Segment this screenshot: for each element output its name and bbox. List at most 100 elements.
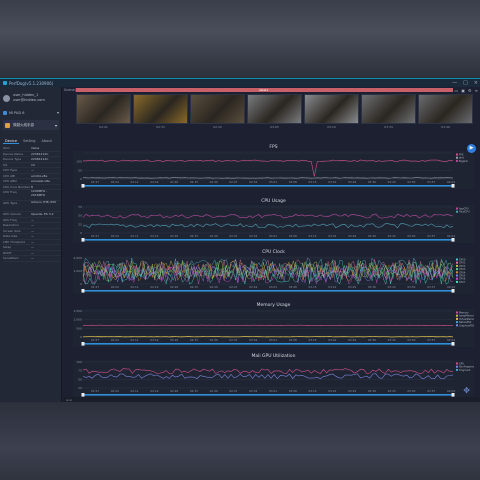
- x-tick-label: 03:22: [328, 285, 336, 289]
- info-key: Screen Size: [3, 228, 21, 233]
- x-tick-label: 03:15: [309, 234, 317, 238]
- settings-icon[interactable]: ⚙: [468, 88, 472, 93]
- legend-swatch[interactable]: [456, 368, 458, 371]
- y-tick-label: 25: [78, 222, 82, 226]
- info-value: 22081212C: [31, 157, 49, 161]
- scene-range-bar[interactable]: label1: [76, 88, 453, 92]
- legend-swatch[interactable]: [456, 280, 458, 283]
- tab-device[interactable]: Device: [3, 138, 19, 144]
- time-range-slider[interactable]: [83, 394, 453, 396]
- chart-panel-3[interactable]: Memory Usage 1,500 1,000 500 0 Memory SwapMemo…: [73, 303, 474, 347]
- x-tick-label: 02:40: [210, 338, 218, 342]
- legend-swatch[interactable]: [456, 317, 458, 320]
- y-tick-label: 75: [78, 369, 82, 373]
- legend-swatch[interactable]: [456, 153, 458, 156]
- x-tick-label: 03:57: [427, 389, 435, 393]
- screenshot-thumbnail[interactable]: 03:49: [418, 94, 473, 129]
- y-tick-label: 50: [78, 168, 82, 172]
- device-selector[interactable]: MI PAD 6 ▾: [3, 109, 59, 116]
- x-tick-label: 02:33: [190, 234, 198, 238]
- user-profile[interactable]: user_hidden_1 user@hidden.com: [3, 90, 59, 106]
- legend-swatch[interactable]: [456, 321, 458, 324]
- screenshot-thumbnail[interactable]: 03:05: [247, 94, 302, 129]
- slider-handle[interactable]: [81, 184, 85, 188]
- x-tick-label: 02:26: [170, 389, 178, 393]
- tab-about[interactable]: About: [40, 138, 54, 144]
- legend-swatch[interactable]: [456, 362, 458, 365]
- legend-swatch[interactable]: [456, 159, 458, 162]
- legend-swatch[interactable]: [456, 268, 458, 271]
- y-tick-label: 2,000: [73, 256, 82, 260]
- bottom-status: ≡ ⊡: [63, 397, 480, 402]
- slider-handle[interactable]: [451, 342, 455, 346]
- info-value: 8: [31, 184, 33, 189]
- screenshot-thumbnail[interactable]: 03:34: [361, 94, 416, 129]
- slider-handle[interactable]: [81, 238, 85, 242]
- x-tick-label: 02:04: [111, 338, 119, 342]
- save-icon[interactable]: ▣: [461, 88, 465, 93]
- legend-swatch[interactable]: [456, 324, 458, 327]
- y-tick-label: 100: [76, 160, 82, 164]
- folder-icon[interactable]: ▭: [454, 88, 458, 93]
- legend-swatch[interactable]: [456, 210, 458, 213]
- chart-plot: 100755025GPUNonFragmentFragment01:57 02:0…: [76, 360, 474, 397]
- legend-swatch[interactable]: [456, 261, 458, 264]
- legend-swatch[interactable]: [456, 258, 458, 261]
- x-tick-label: 02:33: [190, 389, 198, 393]
- y-tick-label: 1,000: [73, 269, 82, 273]
- slider-handle[interactable]: [451, 289, 455, 293]
- x-tick-label: 03:01: [269, 180, 277, 184]
- legend-swatch[interactable]: [456, 277, 458, 280]
- chart-title: CPU Clock: [262, 250, 285, 255]
- legend-swatch[interactable]: [456, 264, 458, 267]
- screenshot-thumbnail[interactable]: 02:33: [133, 94, 188, 129]
- legend-swatch[interactable]: [456, 274, 458, 277]
- slider-handle[interactable]: [81, 289, 85, 293]
- minimize-button[interactable]: —: [452, 80, 457, 86]
- screenshot-thumbnail[interactable]: 03:19: [304, 94, 359, 129]
- info-value: —: [31, 234, 34, 238]
- record-button[interactable]: ▶: [467, 144, 476, 153]
- move-icon[interactable]: ✥: [463, 386, 470, 395]
- time-range-slider[interactable]: [83, 239, 453, 241]
- legend-swatch[interactable]: [456, 311, 458, 314]
- chart-panel-4[interactable]: Mali GPU Utilization 100 75 50 25 GPU NonFragm…: [73, 354, 474, 398]
- thumbnail-time: 03:49: [441, 125, 450, 129]
- info-value: arm64-v8a: [31, 173, 48, 178]
- x-tick-label: 02:04: [111, 234, 119, 238]
- info-key: Device Name: [3, 151, 24, 156]
- chart-panel-2[interactable]: CPU Clock 2,000 1,000 0 CPU0 CPU1 CPU2 CPU3 CPU4…: [73, 250, 474, 294]
- legend-swatch[interactable]: [456, 365, 458, 368]
- time-range-slider[interactable]: [83, 343, 453, 345]
- legend-swatch[interactable]: [456, 314, 458, 317]
- maximize-button[interactable]: □: [463, 80, 468, 86]
- x-tick-label: 03:29: [348, 285, 356, 289]
- chevron-down-icon: ▾: [54, 122, 57, 128]
- legend-swatch[interactable]: [456, 156, 458, 159]
- app-selector[interactable]: 穿越火线手游 ▾: [3, 120, 59, 130]
- time-range-slider[interactable]: [83, 185, 453, 187]
- screenshot-thumbnail[interactable]: 02:21: [76, 94, 131, 129]
- legend-label: Fragment: [459, 369, 470, 372]
- x-tick-label: 02:33: [190, 180, 198, 184]
- slider-handle[interactable]: [81, 342, 85, 346]
- screenshot-thumbnail[interactable]: 02:43: [190, 94, 245, 129]
- chart-panel-0[interactable]: FPS 100 50 0 FPS Jank BigJank 01:57 02:04 02:11 02…: [73, 145, 474, 189]
- info-value: Adreno (TM) 650: [31, 201, 57, 204]
- tab-setting[interactable]: Setting: [21, 138, 38, 144]
- legend-swatch[interactable]: [456, 271, 458, 274]
- close-button[interactable]: ×: [474, 80, 478, 86]
- info-value: —: [31, 228, 34, 233]
- time-range-slider[interactable]: [83, 290, 453, 292]
- x-tick-label: 02:11: [131, 285, 139, 289]
- slider-handle[interactable]: [451, 238, 455, 242]
- list-icon[interactable]: ≡: [475, 88, 478, 93]
- info-key: Swap: [3, 245, 12, 249]
- slider-handle[interactable]: [451, 184, 455, 188]
- info-value: 1209MHz - 2016MHz: [31, 190, 48, 197]
- chart-panel-1[interactable]: CPU Usage 75 50 25 0 AppCPU TotalCPU 01:57 02:04…: [73, 199, 474, 243]
- x-tick-label: 02:11: [131, 234, 139, 238]
- chevron-down-icon: ▾: [56, 110, 59, 115]
- info-key: Item: [3, 146, 10, 150]
- legend-swatch[interactable]: [456, 207, 458, 210]
